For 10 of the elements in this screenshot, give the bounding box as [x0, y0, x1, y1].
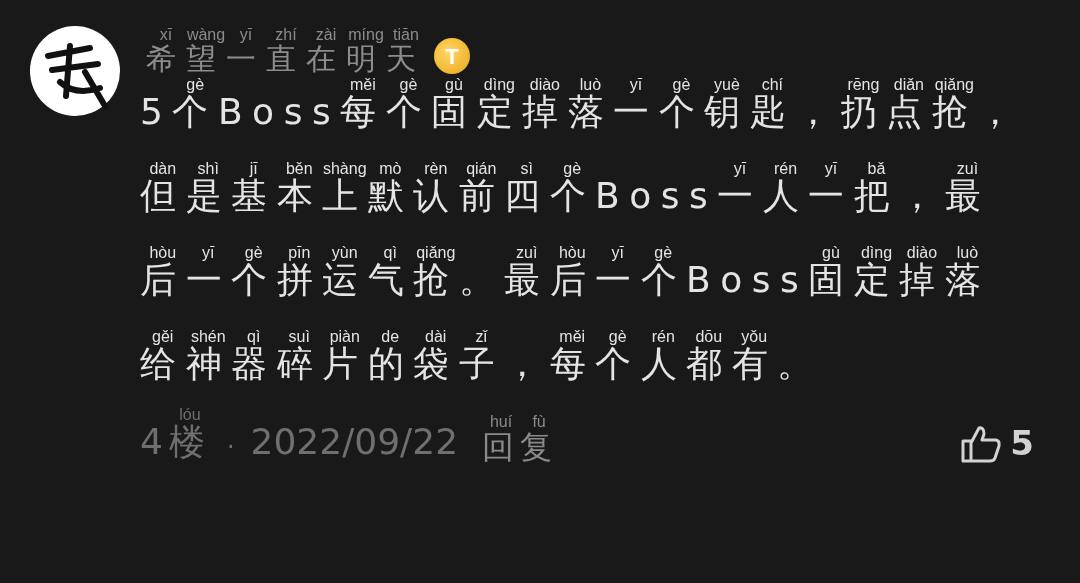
comment-text: 5 个 gè Boss 每 měi 个 gè 固 gù 定 dìng 掉 diào 落 luò 一 yī 个 gè 钥 yuè 匙 chí ，扔 rēng 点 diǎn 抢 qiǎng ， 但 dàn 是 shì 基 jī 本 běn 上 shàng 默 mò 认 rèn 前 qián 四 sì 个 gè Boss 一 yī 人 rén 一 yī 把 bǎ ，最 zuì 后 hòu 一 yī 个 gè 拼 pīn 运 yùn 气 qì 抢 qiǎng 。最 zuì 后 hòu 一 yī 个 gè Boss 固 gù 定 dìng 掉 diào 落 luò 给 gěi 神 shén 器 qì 碎 suì 片 piàn 的 de 袋 dài 子 zǐ ，每 měi 个 gè 人 rén 都 dōu 有 yǒu 。 [140, 75, 1024, 386]
badge-icon: T [434, 38, 470, 74]
thumbs-up-icon [960, 423, 1003, 464]
post-date: 2022/09/22 [250, 420, 459, 464]
separator-dot: · [226, 431, 235, 463]
like-button[interactable]: 5 [960, 418, 1034, 469]
username[interactable]: 希 xī 望 wàng 一 yī 直 zhí 在 zài 明 míng 天 tiān [146, 26, 426, 78]
avatar-icon[interactable] [30, 26, 120, 116]
reply-button[interactable]: 回 huí 复 fù [482, 413, 559, 469]
floor-number: 4 楼 lóu [140, 406, 211, 464]
